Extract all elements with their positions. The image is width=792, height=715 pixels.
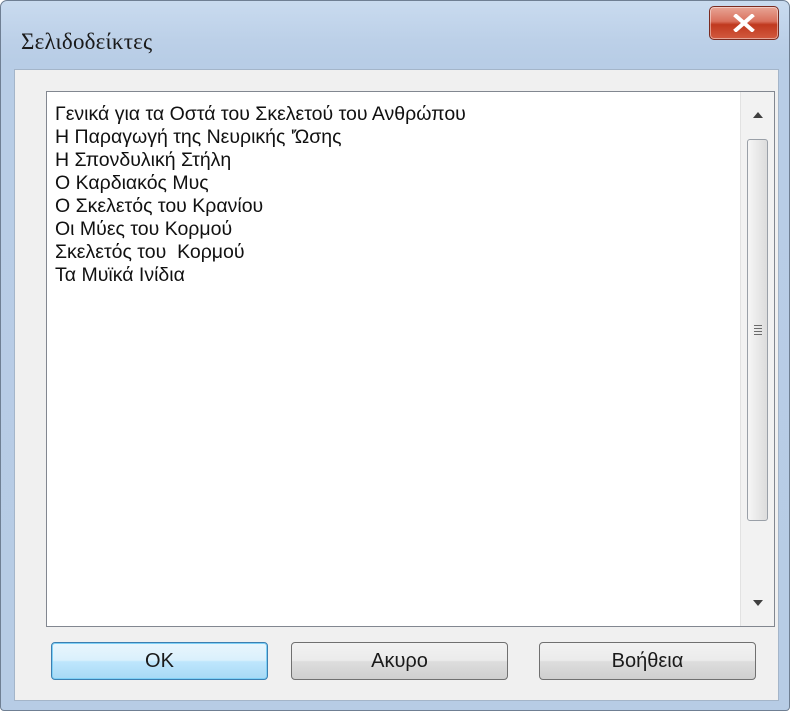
list-item[interactable]: Γενικά για τα Οστά του Σκελετού του Ανθρ…	[55, 103, 466, 126]
cancel-button[interactable]: Ακυρο	[291, 642, 508, 680]
help-button[interactable]: Βοήθεια	[539, 642, 756, 680]
chevron-up-icon	[752, 112, 763, 118]
scroll-up-button[interactable]	[741, 100, 774, 130]
chevron-down-icon	[752, 600, 763, 606]
list-item[interactable]: Τα Μυϊκά Ινίδια	[55, 264, 466, 287]
bookmarks-listbox[interactable]: Γενικά για τα Οστά του Σκελετού του Ανθρ…	[46, 91, 775, 627]
dialog-title: Σελιδοδείκτες	[21, 29, 153, 54]
list-item[interactable]: Ο Καρδιακός Μυς	[55, 172, 466, 195]
list-item[interactable]: Ο Σκελετός του Κρανίου	[55, 195, 466, 218]
ok-button[interactable]: OK	[51, 642, 268, 680]
close-button[interactable]	[709, 6, 779, 40]
scrollbar-thumb[interactable]	[747, 139, 768, 521]
dialog-client-area: Γενικά για τα Οστά του Σκελετού του Ανθρ…	[14, 69, 779, 701]
list-item[interactable]: Σκελετός του Κορμού	[55, 241, 466, 264]
vertical-scrollbar[interactable]	[740, 92, 774, 626]
grip-icon	[753, 325, 762, 335]
list-item[interactable]: Η Σπονδυλική Στήλη	[55, 149, 466, 172]
bookmarks-list: Γενικά για τα Οστά του Σκελετού του Ανθρ…	[55, 103, 466, 287]
list-item[interactable]: Η Παραγωγή της Νευρικής 'Ώσης	[55, 126, 466, 149]
list-item[interactable]: Οι Μύες του Κορμού	[55, 218, 466, 241]
close-icon	[733, 14, 755, 32]
scroll-down-button[interactable]	[741, 588, 774, 618]
bookmarks-dialog: Σελιδοδείκτες Γενικά για τα Οστά του Σκε…	[0, 0, 790, 711]
